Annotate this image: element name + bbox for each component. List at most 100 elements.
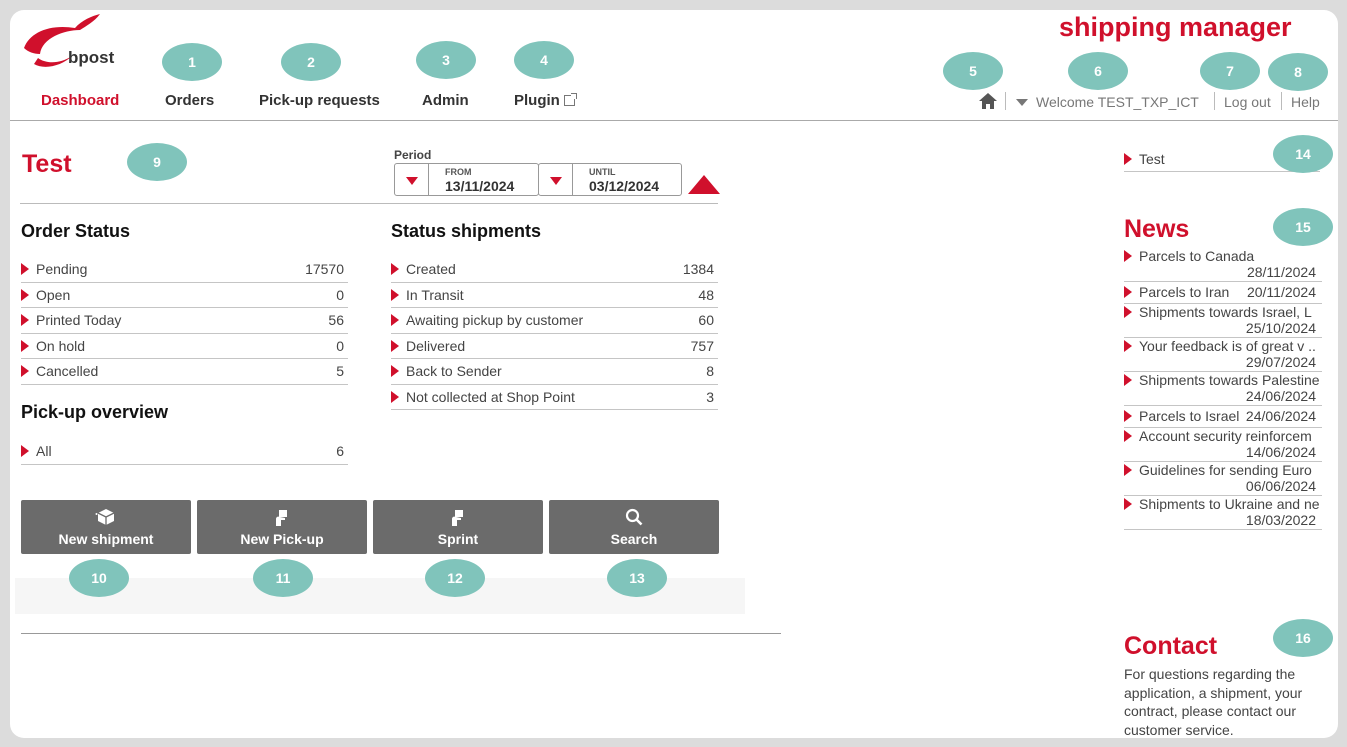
sprint-button[interactable]: Sprint <box>373 500 543 554</box>
list-item[interactable]: Not collected at Shop Point 3 <box>391 385 718 410</box>
news-item[interactable]: Shipments towards Israel, L 25/10/2024 <box>1124 304 1322 338</box>
news-title: News <box>1124 215 1190 243</box>
news-list: Parcels to Canada 28/11/2024 Parcels to … <box>1124 248 1322 530</box>
welcome-user[interactable]: Welcome TEST_TXP_ICT <box>1036 94 1199 110</box>
annotation-badge: 5 <box>943 52 1003 90</box>
help-link[interactable]: Help <box>1291 94 1320 110</box>
list-item[interactable]: Back to Sender 8 <box>391 359 718 385</box>
nav-plugin[interactable]: Plugin <box>514 92 577 109</box>
annotation-badge: 13 <box>607 559 667 597</box>
divider <box>1005 92 1006 110</box>
annotation-badge: 8 <box>1268 53 1328 91</box>
list-item[interactable]: Pending 17570 <box>21 257 348 283</box>
status-shipments-title: Status shipments <box>391 221 542 241</box>
button-label: Sprint <box>437 531 479 547</box>
caret-right-icon <box>1124 374 1132 386</box>
logout-link[interactable]: Log out <box>1224 94 1271 110</box>
caret-right-icon <box>1124 152 1132 165</box>
pickup-overview-title: Pick-up overview <box>21 402 169 422</box>
nav-dashboard[interactable]: Dashboard <box>41 92 119 109</box>
from-date-picker[interactable]: FROM 13/11/2024 <box>394 163 539 196</box>
annotation-badge: 9 <box>127 143 187 181</box>
until-date-picker[interactable]: UNTIL 03/12/2024 <box>538 163 682 196</box>
package-icon <box>95 507 117 527</box>
footer-divider <box>21 633 781 634</box>
caret-right-icon <box>1124 306 1132 318</box>
chevron-down-icon[interactable] <box>1016 99 1028 106</box>
caret-right-icon <box>391 365 399 378</box>
news-item[interactable]: Parcels to Iran 20/11/2024 <box>1124 282 1322 304</box>
caret-right-icon <box>391 314 399 327</box>
news-item[interactable]: Guidelines for sending Euro 06/06/2024 <box>1124 462 1322 496</box>
order-status-list: Pending 17570 Open 0 Printed Today 56 On ho… <box>21 257 348 385</box>
contact-title: Contact <box>1124 632 1218 660</box>
caret-right-icon <box>1124 250 1132 262</box>
divider <box>1281 92 1282 110</box>
annotation-badge: 3 <box>416 41 476 79</box>
chevron-down-icon[interactable] <box>395 164 429 195</box>
divider <box>1214 92 1215 110</box>
list-item[interactable]: In Transit 48 <box>391 283 718 308</box>
until-date: 03/12/2024 <box>589 178 660 194</box>
collapse-triangle-icon[interactable] <box>688 175 720 194</box>
caret-right-icon <box>1124 498 1132 510</box>
annotation-badge: 1 <box>162 43 222 81</box>
news-item[interactable]: Shipments to Ukraine and ne 18/03/2022 <box>1124 496 1322 530</box>
caret-right-icon <box>391 390 399 403</box>
news-item[interactable]: Your feedback is of great v .. 29/07/202… <box>1124 338 1322 372</box>
search-button[interactable]: Search <box>549 500 719 554</box>
hand-parcel-icon <box>449 507 467 527</box>
caret-right-icon <box>21 314 29 327</box>
button-label: New Pick-up <box>240 531 324 547</box>
list-item[interactable]: On hold 0 <box>21 334 348 359</box>
annotation-badge: 15 <box>1273 208 1333 246</box>
annotation-badge: 16 <box>1273 619 1333 657</box>
caret-right-icon <box>391 288 399 301</box>
logo-text: bpost <box>68 48 115 67</box>
section-divider <box>20 203 718 204</box>
list-item[interactable]: Open 0 <box>21 283 348 308</box>
caret-right-icon <box>1124 286 1132 298</box>
caret-right-icon <box>1124 410 1132 422</box>
list-item[interactable]: Awaiting pickup by customer 60 <box>391 308 718 334</box>
app-window: shipping manager bpost Dashboard Orders … <box>10 10 1338 738</box>
caret-right-icon <box>21 288 29 301</box>
contact-text: For questions regarding the application,… <box>1124 666 1303 738</box>
from-caption: FROM <box>445 167 472 177</box>
annotation-badge: 7 <box>1200 52 1260 90</box>
list-item[interactable]: Cancelled 5 <box>21 359 348 385</box>
list-item[interactable]: Delivered 757 <box>391 334 718 359</box>
caret-right-icon <box>21 263 29 276</box>
list-item[interactable]: All 6 <box>21 439 348 465</box>
list-item[interactable]: Printed Today 56 <box>21 308 348 334</box>
caret-right-icon <box>1124 340 1132 352</box>
header-divider <box>10 120 1338 121</box>
page-title: Test <box>22 150 72 178</box>
search-icon <box>625 507 643 527</box>
caret-right-icon <box>1124 430 1132 442</box>
chevron-down-icon[interactable] <box>539 164 573 195</box>
button-label: Search <box>610 531 658 547</box>
news-item[interactable]: Parcels to Israel 24/06/2024 <box>1124 406 1322 428</box>
nav-orders[interactable]: Orders <box>165 92 214 109</box>
news-item[interactable]: Account security reinforcem 14/06/2024 <box>1124 428 1322 462</box>
caret-right-icon <box>391 263 399 276</box>
annotation-badge: 4 <box>514 41 574 79</box>
caret-right-icon <box>21 445 29 458</box>
news-item[interactable]: Parcels to Canada 28/11/2024 <box>1124 248 1322 282</box>
hand-parcel-icon <box>273 507 291 527</box>
news-item[interactable]: Shipments towards Palestine 24/06/2024 <box>1124 372 1322 406</box>
list-item[interactable]: Created 1384 <box>391 257 718 283</box>
until-caption: UNTIL <box>589 167 616 177</box>
caret-right-icon <box>21 365 29 378</box>
home-icon[interactable] <box>979 93 997 109</box>
caret-right-icon <box>391 339 399 352</box>
nav-pickup-requests[interactable]: Pick-up requests <box>259 92 380 109</box>
from-date: 13/11/2024 <box>445 178 515 194</box>
nav-admin[interactable]: Admin <box>422 92 469 109</box>
new-shipment-button[interactable]: New shipment <box>21 500 191 554</box>
annotation-badge: 2 <box>281 43 341 81</box>
order-status-title: Order Status <box>21 221 131 241</box>
new-pickup-button[interactable]: New Pick-up <box>197 500 367 554</box>
pickup-overview-list: All 6 <box>21 439 348 465</box>
